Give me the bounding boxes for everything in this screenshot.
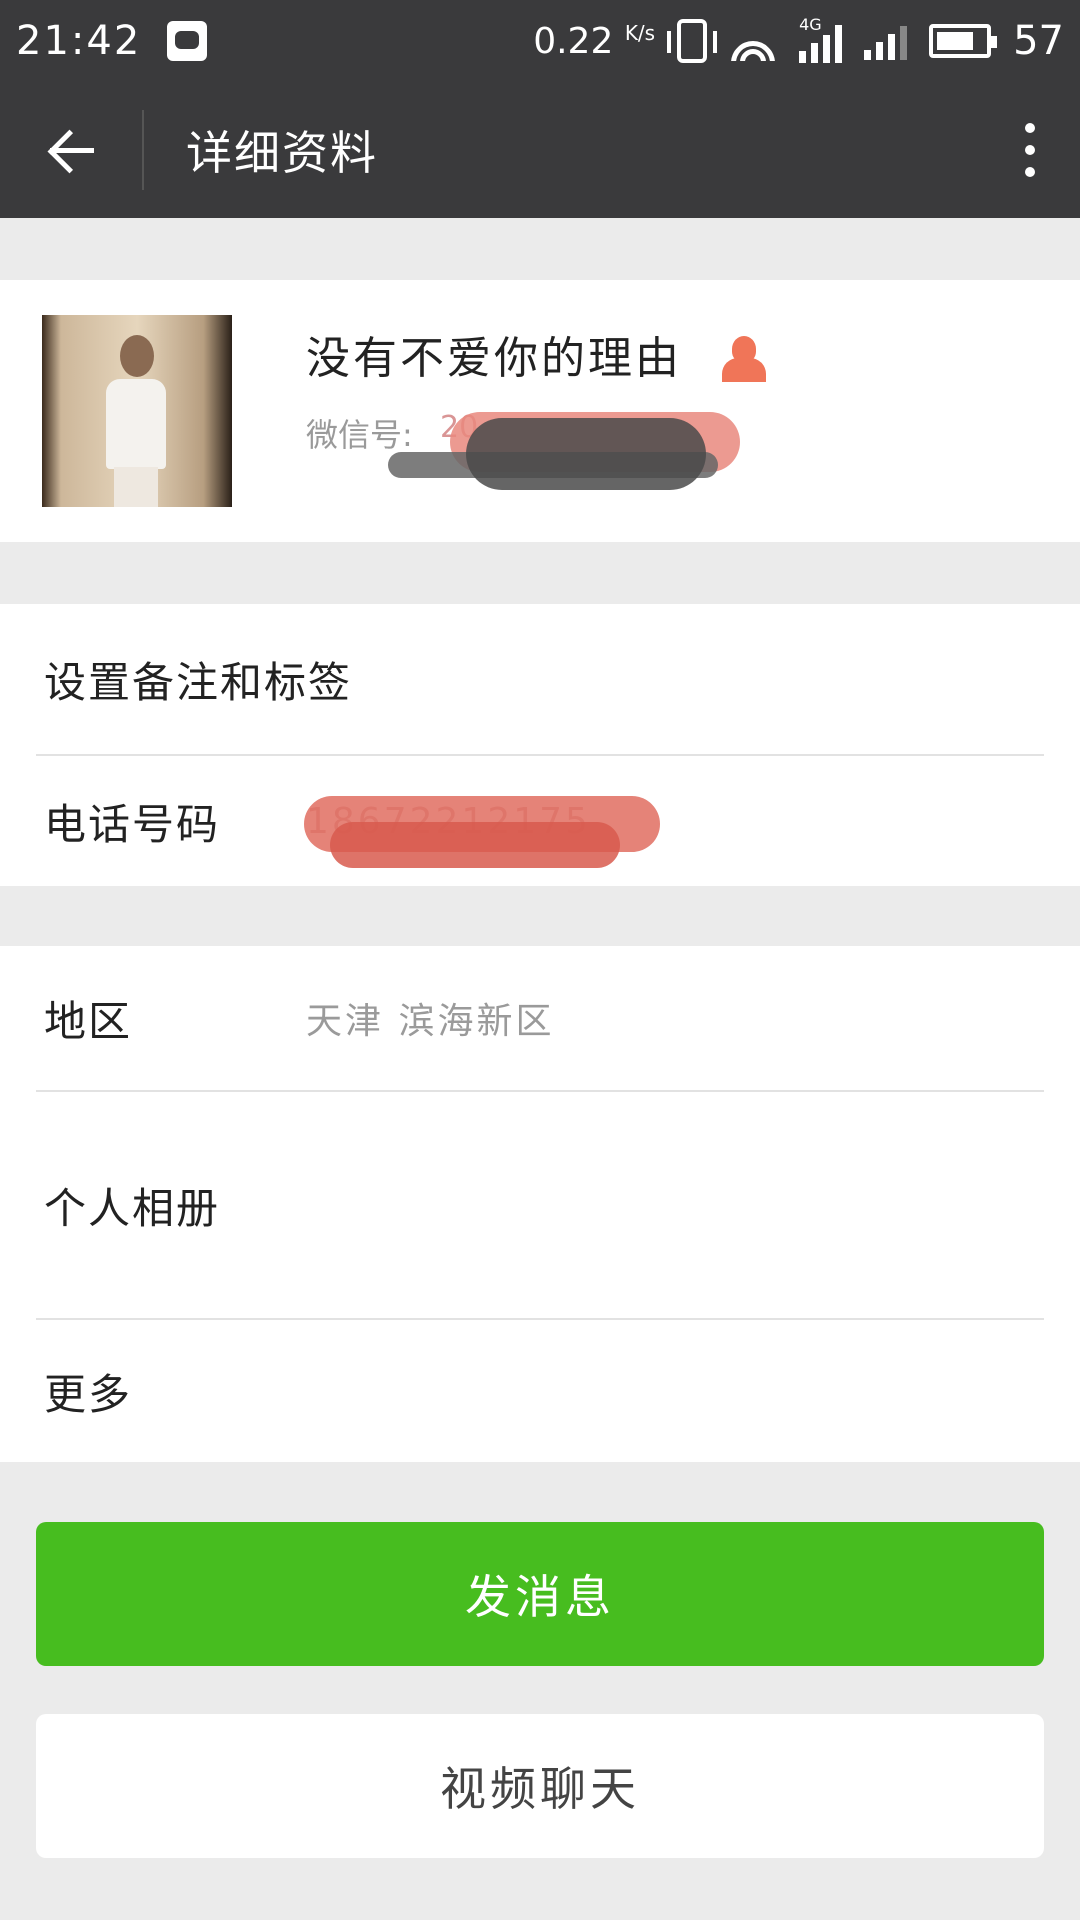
set-remark-label: 设置备注和标签 <box>44 657 353 707</box>
network-type: 4G <box>799 15 822 34</box>
more-row[interactable]: 更多 <box>0 1320 1080 1462</box>
personal-album-label: 个人相册 <box>44 1183 221 1233</box>
avatar[interactable] <box>42 315 232 507</box>
wechat-id-label: 微信号: <box>306 416 413 454</box>
more-options-button[interactable] <box>980 82 1080 218</box>
cellular-signal-icon <box>864 22 908 60</box>
send-message-button[interactable]: 发消息 <box>36 1522 1044 1666</box>
video-chat-button[interactable]: 视频聊天 <box>36 1714 1044 1858</box>
page-title: 详细资料 <box>186 126 378 180</box>
battery-level: 57 <box>1013 18 1064 64</box>
redaction-scribble <box>466 418 706 490</box>
network-speed: 0.22 K/s <box>533 21 655 62</box>
back-button[interactable] <box>0 82 144 218</box>
vibrate-icon <box>667 19 718 63</box>
region-row: 地区 天津 滨海新区 <box>0 946 1080 1090</box>
more-vertical-icon <box>1025 123 1035 133</box>
battery-icon <box>929 24 998 58</box>
region-label: 地区 <box>44 996 133 1046</box>
personal-album-row[interactable]: 个人相册 <box>0 1092 1080 1318</box>
set-remark-row[interactable]: 设置备注和标签 <box>0 604 1080 754</box>
phone-label: 电话号码 <box>44 799 221 849</box>
status-time: 21:42 <box>16 18 142 64</box>
female-icon <box>722 336 766 382</box>
title-bar: 详细资料 <box>0 82 1080 218</box>
wifi-icon <box>729 21 778 61</box>
cellular-4g-icon: 4G <box>799 15 843 63</box>
status-bar: 21:42 0.22 K/s 4G 57 <box>0 0 1080 82</box>
network-speed-value: 0.22 <box>533 20 614 62</box>
back-arrow-icon <box>48 130 96 170</box>
app-notification-icon <box>167 21 208 61</box>
profile-nickname: 没有不爱你的理由 <box>306 333 682 384</box>
network-speed-unit: K/s <box>624 20 656 45</box>
status-indicators: 0.22 K/s 4G 57 <box>533 15 1064 64</box>
more-label: 更多 <box>44 1369 133 1419</box>
region-value: 天津 滨海新区 <box>306 1001 555 1042</box>
info-group: 地区 天津 滨海新区 个人相册 更多 <box>0 946 1080 1462</box>
redaction-scribble <box>330 822 620 868</box>
